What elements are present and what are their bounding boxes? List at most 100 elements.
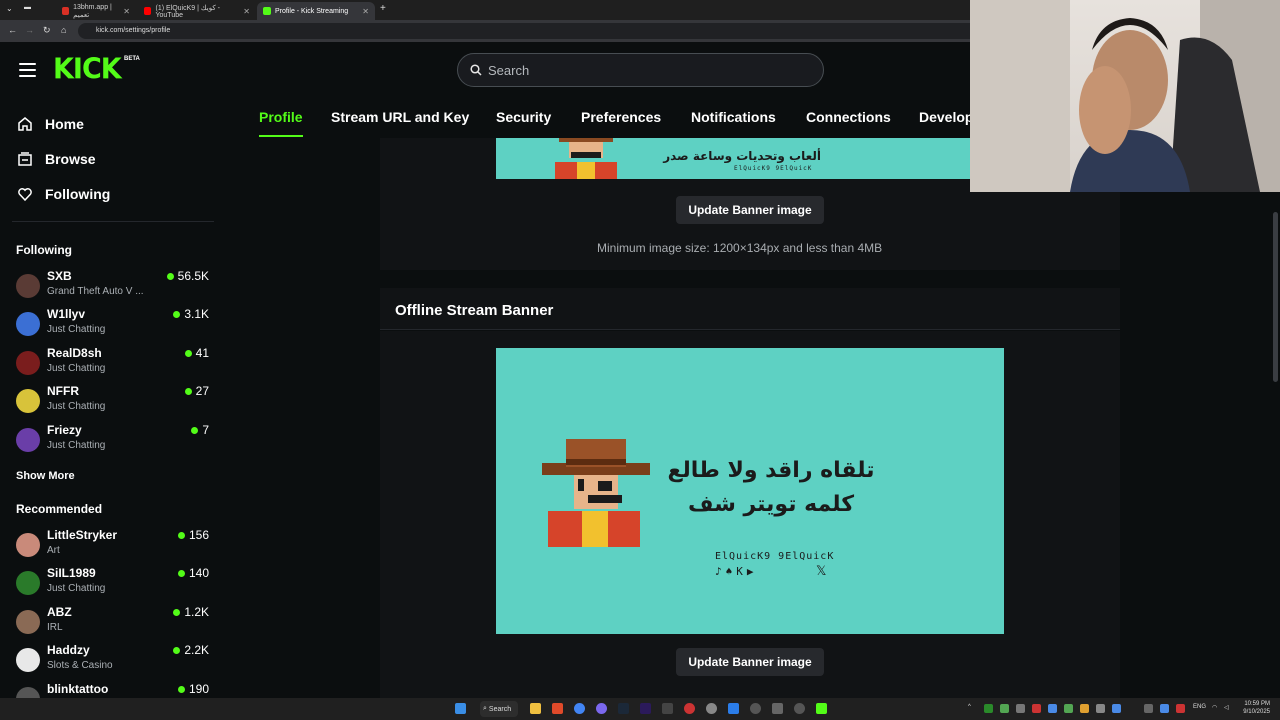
taskbar-search[interactable]: ⌕ Search xyxy=(480,701,518,717)
cowboy-icon xyxy=(555,138,617,179)
reload-icon[interactable]: ↻ xyxy=(43,25,51,36)
tray-icon[interactable] xyxy=(1112,704,1121,713)
close-icon[interactable]: ✕ xyxy=(362,7,369,16)
discord-icon[interactable] xyxy=(596,703,607,714)
viewer-count: 2.2K xyxy=(173,643,209,657)
tray-chevron-icon[interactable]: ^ xyxy=(968,704,971,710)
live-dot-icon xyxy=(173,608,181,616)
recommended-channel[interactable]: Haddzy Slots & Casino 2.2K xyxy=(16,643,209,679)
wifi-icon[interactable]: ◠ xyxy=(1212,704,1217,711)
app-icon[interactable] xyxy=(706,703,717,714)
following-channel[interactable]: Friezy Just Chatting 7 xyxy=(16,423,209,459)
offline-banner-panel: تلقاه راقد ولا طالع كلمه تويتر شف ElQuic… xyxy=(380,331,1120,698)
webcam-person-image xyxy=(970,0,1280,192)
tray-icon[interactable] xyxy=(1000,704,1009,713)
vscode-icon[interactable] xyxy=(728,703,739,714)
live-dot-icon xyxy=(177,685,185,693)
viewer-count: 1.2K xyxy=(173,605,209,619)
app-icon[interactable] xyxy=(772,703,783,714)
tray-icon[interactable] xyxy=(1016,704,1025,713)
tray-icon[interactable] xyxy=(1096,704,1105,713)
file-explorer-icon[interactable] xyxy=(530,703,541,714)
avatar xyxy=(16,571,40,595)
avatar xyxy=(16,687,40,698)
tray-icon[interactable] xyxy=(1064,704,1073,713)
app-icon[interactable] xyxy=(794,703,805,714)
tab-preferences[interactable]: Preferences xyxy=(581,109,661,125)
viewer-count: 7 xyxy=(191,423,209,437)
viewer-count: 140 xyxy=(177,566,209,580)
sidebar-item-browse[interactable]: Browse xyxy=(16,150,96,168)
recommended-channel[interactable]: ABZ IRL 1.2K xyxy=(16,605,209,641)
tab-search-icon[interactable]: ⌄ xyxy=(6,4,13,13)
tab-pinned[interactable]: ▬ xyxy=(24,4,31,11)
sidebar-item-following[interactable]: Following xyxy=(16,185,110,203)
premiere-icon[interactable] xyxy=(640,703,651,714)
page-scrollbar[interactable] xyxy=(1273,212,1278,382)
min-size-hint: Minimum image size: 1200×134px and less … xyxy=(597,241,883,255)
tab-profile[interactable]: Profile xyxy=(259,109,303,125)
clock[interactable]: 10:59 PM 9/10/2025 xyxy=(1242,700,1270,716)
home-browser-icon[interactable]: ⌂ xyxy=(61,25,66,35)
sidebar-divider xyxy=(12,221,214,222)
chrome-icon[interactable] xyxy=(574,703,585,714)
recommended-title: Recommended xyxy=(16,502,103,516)
search-input[interactable]: Search xyxy=(457,53,824,87)
steam-icon[interactable] xyxy=(618,703,629,714)
tray-icon[interactable] xyxy=(1160,704,1169,713)
browser-tab-2[interactable]: (1) ElQuicK9 | كويك - YouTube ✕ xyxy=(138,2,256,20)
tab-security[interactable]: Security xyxy=(496,109,551,125)
tab-connections[interactable]: Connections xyxy=(806,109,891,125)
tray-icon[interactable] xyxy=(1080,704,1089,713)
app-icon[interactable] xyxy=(750,703,761,714)
new-tab-button[interactable]: + xyxy=(380,3,386,14)
app-icon[interactable] xyxy=(662,703,673,714)
following-channel[interactable]: NFFR Just Chatting 27 xyxy=(16,384,209,420)
profile-banner-image: ألعاب وتحديات وساعة صدر ElQuicK9 9ElQuic… xyxy=(496,138,1005,179)
volume-icon[interactable]: ◁ xyxy=(1224,704,1229,711)
brave-icon[interactable] xyxy=(552,703,563,714)
live-dot-icon xyxy=(173,310,181,318)
settings-content: ألعاب وتحديات وساعة صدر ElQuicK9 9ElQuic… xyxy=(380,138,1120,698)
update-offline-banner-button[interactable]: Update Banner image xyxy=(676,648,824,676)
search-icon: ⌕ xyxy=(483,705,487,712)
viewer-count: 41 xyxy=(184,346,209,360)
tab-notifications[interactable]: Notifications xyxy=(691,109,776,125)
following-channel[interactable]: W1llyv Just Chatting 3.1K xyxy=(16,307,209,343)
menu-icon[interactable] xyxy=(19,63,36,77)
kick-logo[interactable]: KICK xyxy=(53,53,122,86)
app-icon[interactable] xyxy=(684,703,695,714)
tray-icon[interactable] xyxy=(1176,704,1185,713)
following-channel[interactable]: RealD8sh Just Chatting 41 xyxy=(16,346,209,382)
recommended-channel[interactable]: blinktattoo 190 xyxy=(16,682,209,698)
recommended-channel[interactable]: SiIL1989 Just Chatting 140 xyxy=(16,566,209,602)
show-more-link[interactable]: Show More xyxy=(16,470,75,482)
webcam-overlay xyxy=(970,0,1280,192)
tray-icon[interactable] xyxy=(1144,704,1153,713)
language-indicator[interactable]: ENG xyxy=(1193,704,1206,710)
browser-tab-3[interactable]: Profile - Kick Streaming ✕ xyxy=(257,2,375,20)
close-icon[interactable]: ✕ xyxy=(243,7,250,16)
tray-icon[interactable] xyxy=(984,704,993,713)
live-dot-icon xyxy=(166,272,174,280)
forward-icon[interactable]: → xyxy=(25,25,34,35)
tab-developer[interactable]: Develop xyxy=(919,109,970,125)
recommended-channel[interactable]: LittleStryker Art 156 xyxy=(16,528,209,564)
following-channel[interactable]: SXB Grand Theft Auto V ... 56.5K xyxy=(16,269,209,305)
sidebar-item-home[interactable]: Home xyxy=(16,115,84,133)
update-banner-button[interactable]: Update Banner image xyxy=(676,196,824,224)
close-icon[interactable]: ✕ xyxy=(123,7,130,16)
tray-icon[interactable] xyxy=(1048,704,1057,713)
back-icon[interactable]: ← xyxy=(8,25,17,35)
app-icon[interactable] xyxy=(816,703,827,714)
browser-tab-1[interactable]: 13bhm.app | تعميم ✕ xyxy=(56,2,136,20)
tray-icon[interactable] xyxy=(1032,704,1041,713)
tab-stream-url[interactable]: Stream URL and Key xyxy=(331,109,469,125)
live-dot-icon xyxy=(177,531,185,539)
banner-handles: ElQuicK9 9ElQuicK xyxy=(734,165,813,172)
start-icon[interactable] xyxy=(455,703,466,714)
avatar xyxy=(16,428,40,452)
viewer-count: 56.5K xyxy=(166,269,209,283)
active-tab-indicator xyxy=(259,135,303,137)
youtube-icon xyxy=(144,7,152,15)
